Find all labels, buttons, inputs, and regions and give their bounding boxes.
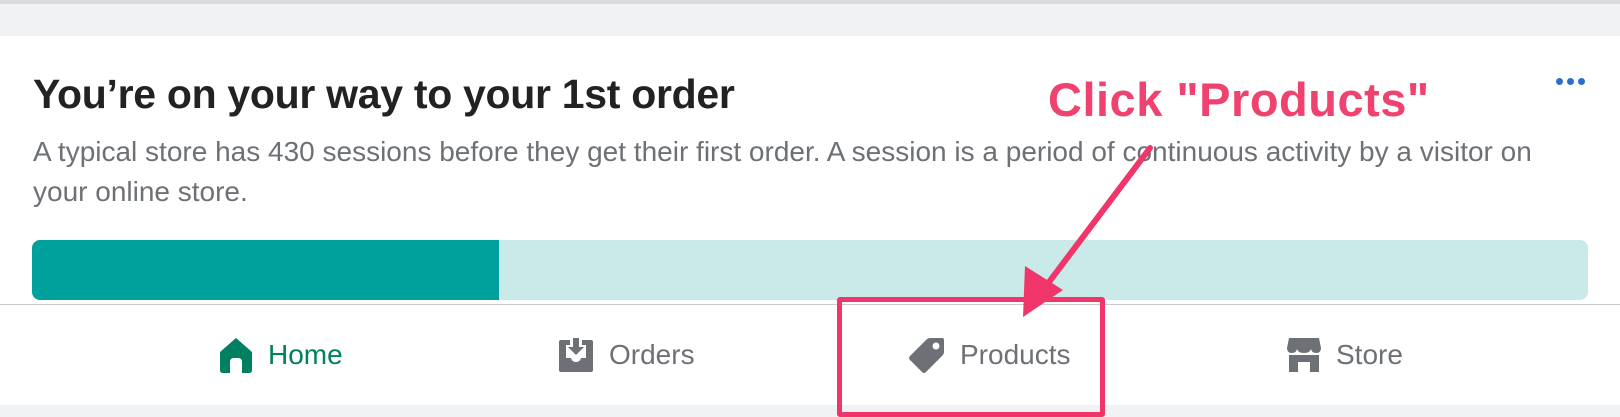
home-icon [220, 338, 252, 373]
ellipsis-icon[interactable] [1556, 74, 1592, 88]
store-icon [1287, 338, 1321, 372]
progress-bar-fill [32, 240, 499, 300]
bottom-tab-bar: Home Orders Products Store [0, 305, 1620, 405]
tab-store[interactable]: Store [1286, 305, 1403, 405]
top-border [0, 0, 1620, 4]
annotation-highlight-box [837, 297, 1105, 417]
annotation-label: Click "Products" [1048, 73, 1430, 126]
tab-store-label: Store [1336, 339, 1403, 370]
tab-orders[interactable]: Orders [557, 305, 695, 405]
card-description: A typical store has 430 sessions before … [33, 136, 1532, 207]
tab-home[interactable]: Home [218, 305, 343, 405]
card-title: You’re on your way to your 1st order [33, 71, 735, 117]
tab-orders-label: Orders [609, 339, 695, 370]
progress-bar [32, 240, 1588, 300]
tab-home-label: Home [268, 339, 343, 370]
orders-icon [559, 338, 593, 372]
